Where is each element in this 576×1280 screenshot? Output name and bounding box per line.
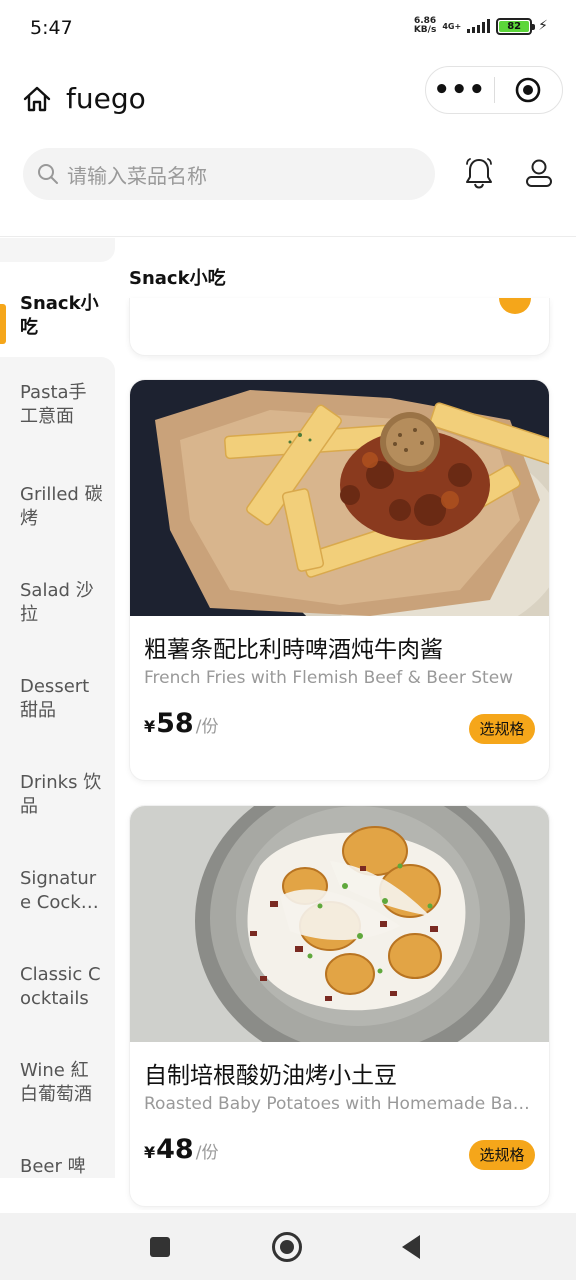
category-sidebar: Snack小吃 Pasta手工意面 Grilled 碳烤 Salad 沙拉 De… bbox=[0, 238, 115, 1178]
sidebar-item-label: Classic Cocktails bbox=[20, 964, 101, 1009]
previous-dish-card[interactable] bbox=[129, 298, 550, 356]
header-divider bbox=[0, 236, 576, 237]
dish-price: ¥ 48 /份 bbox=[144, 1134, 218, 1165]
dish-photo-roasted-potatoes bbox=[130, 806, 549, 1042]
price-value: 48 bbox=[156, 1134, 194, 1165]
battery-level: 82 bbox=[499, 20, 530, 32]
status-time: 5:47 bbox=[30, 17, 73, 39]
sidebar-item-label: Drinks 饮品 bbox=[20, 772, 102, 817]
sidebar-item-label: Pasta手工意面 bbox=[20, 382, 87, 427]
sidebar-item-beer[interactable]: Beer 啤 bbox=[0, 1141, 115, 1178]
dish-name-en: French Fries with Flemish Beef & Beer St… bbox=[144, 668, 514, 688]
more-dots-icon[interactable]: ••• bbox=[426, 77, 494, 103]
battery-icon: 82 bbox=[496, 17, 536, 35]
dish-card[interactable]: 自制培根酸奶油烤小土豆 Roasted Baby Potatoes with H… bbox=[129, 805, 550, 1207]
network-speed-unit: KB/s bbox=[413, 25, 437, 35]
dish-name: 自制培根酸奶油烤小土豆 bbox=[144, 1063, 397, 1089]
search-placeholder: 请输入菜品名称 bbox=[67, 163, 207, 188]
charging-icon: ⚡ bbox=[538, 18, 548, 34]
price-unit: /份 bbox=[195, 717, 219, 737]
sidebar-item-label: Snack小吃 bbox=[20, 293, 99, 338]
search-input[interactable]: 请输入菜品名称 bbox=[23, 148, 435, 200]
back-icon[interactable] bbox=[402, 1235, 420, 1259]
sidebar-item-salad[interactable]: Salad 沙拉 bbox=[0, 565, 115, 661]
select-spec-button[interactable]: 选规格 bbox=[469, 714, 535, 744]
miniprogram-capsule: ••• bbox=[425, 66, 563, 114]
previous-dish-button[interactable] bbox=[499, 298, 531, 314]
sidebar-item-signature-cocktails[interactable]: Signature Cocktails bbox=[0, 853, 115, 949]
sidebar-item-wine[interactable]: Wine 紅白葡萄酒 bbox=[0, 1045, 115, 1141]
dish-card[interactable]: 粗薯条配比利時啤酒炖牛肉酱 French Fries with Flemish … bbox=[129, 379, 550, 781]
price-currency: ¥ bbox=[144, 717, 156, 736]
network-type: 4G+ bbox=[442, 21, 462, 31]
price-value: 58 bbox=[156, 708, 194, 739]
status-bar: 5:47 6.86 KB/s 4G+ 82 ⚡ bbox=[0, 0, 576, 58]
dish-list: Snack小吃 粗薯条配比利時啤酒炖牛肉酱 French Fries with … bbox=[115, 238, 576, 1210]
sidebar-item-label: Signature Cocktails bbox=[20, 868, 99, 913]
dish-price: ¥ 58 /份 bbox=[144, 708, 218, 739]
user-icon[interactable] bbox=[522, 156, 556, 190]
sidebar-item-classic-cocktails[interactable]: Classic Cocktails bbox=[0, 949, 115, 1045]
network-speed: 6.86 KB/s bbox=[414, 17, 436, 35]
home-button-icon[interactable] bbox=[272, 1232, 302, 1262]
title-bar: fuego ••• bbox=[0, 62, 576, 142]
sidebar-item-label: Dessert 甜品 bbox=[20, 676, 90, 721]
sidebar-item-grilled[interactable]: Grilled 碳烤 bbox=[0, 469, 115, 565]
sidebar-item-label: Wine 紅白葡萄酒 bbox=[20, 1060, 92, 1105]
target-close-icon[interactable] bbox=[495, 76, 563, 104]
dish-name: 粗薯条配比利時啤酒炖牛肉酱 bbox=[144, 637, 443, 663]
dish-name-en: Roasted Baby Potatoes with Homemade Baco… bbox=[144, 1094, 536, 1114]
recent-apps-icon[interactable] bbox=[150, 1237, 170, 1257]
price-currency: ¥ bbox=[144, 1143, 156, 1162]
sidebar-item-dessert[interactable]: Dessert 甜品 bbox=[0, 661, 115, 757]
sidebar-top-cap bbox=[0, 238, 115, 262]
status-icons: 6.86 KB/s 4G+ 82 ⚡ bbox=[414, 17, 548, 35]
sidebar-item-label: Grilled 碳烤 bbox=[20, 484, 103, 529]
sidebar-item-pasta[interactable]: Pasta手工意面 bbox=[0, 357, 115, 469]
system-nav-bar bbox=[0, 1213, 576, 1280]
page-title: fuego bbox=[66, 82, 146, 115]
sidebar-item-drinks[interactable]: Drinks 饮品 bbox=[0, 757, 115, 853]
sidebar-item-label: Salad 沙拉 bbox=[20, 580, 94, 625]
signal-icon bbox=[467, 19, 491, 33]
home-icon[interactable] bbox=[22, 84, 52, 114]
app-screen: 5:47 6.86 KB/s 4G+ 82 ⚡ fuego ••• 请输入菜品名… bbox=[0, 0, 576, 1280]
dish-photo-fries-beef-stew bbox=[130, 380, 549, 616]
select-spec-button[interactable]: 选规格 bbox=[469, 1140, 535, 1170]
search-icon bbox=[38, 164, 58, 184]
bell-icon[interactable] bbox=[462, 156, 496, 190]
price-unit: /份 bbox=[195, 1143, 219, 1163]
section-title: Snack小吃 bbox=[129, 268, 226, 289]
sidebar-item-label: Beer 啤 bbox=[20, 1156, 86, 1177]
